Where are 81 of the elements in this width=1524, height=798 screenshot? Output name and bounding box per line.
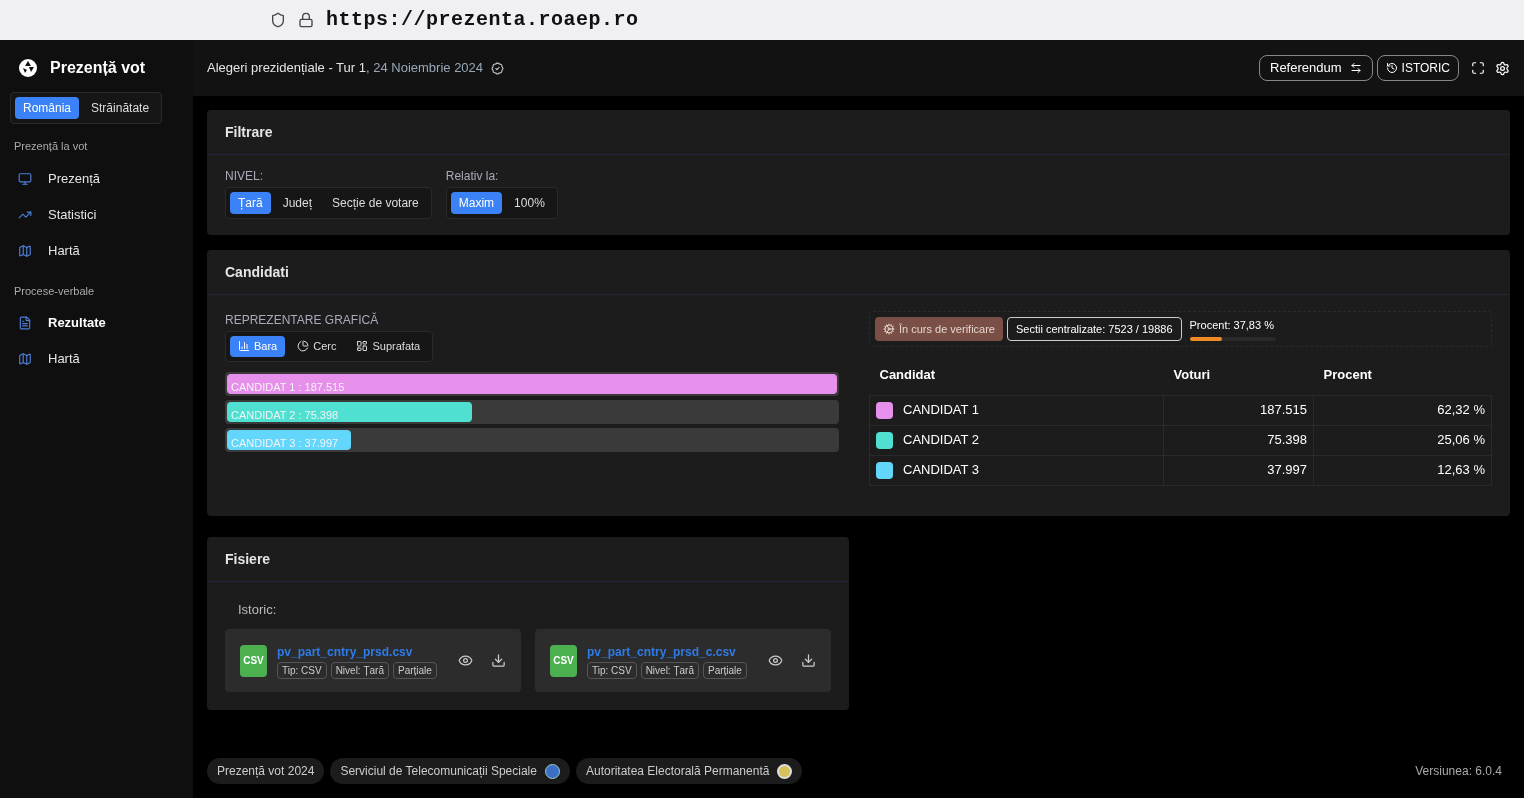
shield-icon — [270, 12, 286, 28]
candidate-name: CANDIDAT 2 — [903, 431, 980, 450]
candidate-name: CANDIDAT 1 — [903, 401, 980, 420]
bar-label: CANDIDAT 2 : 75.398 — [230, 408, 339, 421]
percent-label: Procent: 37,83 % — [1189, 318, 1275, 334]
file-tag: Nivel: Țară — [640, 661, 699, 679]
view-option[interactable]: Suprafata — [348, 336, 429, 357]
segment-option[interactable]: 100% — [506, 192, 553, 214]
emblem-icon — [544, 763, 560, 779]
verified-badge-icon — [491, 61, 505, 75]
segment-option[interactable]: Județ — [274, 192, 321, 214]
column-header: Procent — [1323, 367, 1372, 382]
emblem-icon — [777, 763, 793, 779]
column-header: Candidat — [879, 367, 936, 382]
footer-chip: Serviciul de Telecomunicații Speciale — [330, 758, 570, 784]
percent-cell: 62,32 % — [1437, 402, 1485, 418]
bar-label: CANDIDAT 1 : 187.515 — [230, 380, 345, 393]
card-title: Candidati — [225, 264, 289, 280]
history-label: Istoric: — [237, 600, 278, 619]
aperture-logo-icon — [18, 58, 38, 78]
centralized-counter: Sectii centralizate: 7523 / 19886 — [1007, 317, 1182, 341]
history-icon — [1385, 62, 1398, 74]
csv-file-icon: CSV — [550, 644, 577, 677]
settings-icon[interactable] — [1495, 60, 1510, 76]
document-icon — [18, 316, 32, 330]
percent-cell: 25,06 % — [1437, 432, 1485, 448]
nav-item[interactable]: Rezultate — [10, 305, 183, 341]
monitor-icon — [18, 171, 32, 186]
verification-status-badge: În curs de verificare — [875, 317, 1003, 341]
votes-cell: 75.398 — [1267, 432, 1307, 448]
segment-option[interactable]: Străinătate — [83, 97, 158, 119]
votes-cell: 37.997 — [1267, 462, 1307, 478]
download-icon[interactable] — [491, 653, 506, 668]
column-header: Voturi — [1173, 367, 1211, 382]
footer-chip: Autoritatea Electorală Permanentă — [575, 758, 803, 784]
view-label: REPREZENTARE GRAFICĂ — [225, 311, 380, 329]
election-title: Alegeri prezidențiale - Tur 1, 24 Noiembrie 2024 — [207, 59, 484, 78]
app-title: Prezență vot — [50, 58, 146, 78]
nav-item[interactable]: Hartă — [10, 232, 183, 269]
file-tag: Nivel: Țară — [330, 661, 389, 679]
percent-cell: 12,63 % — [1437, 462, 1485, 478]
filter-label: NIVEL: — [225, 168, 264, 185]
file-tag: Parțiale — [703, 661, 747, 679]
grid-layout-icon — [356, 340, 369, 353]
segment-option[interactable]: Țară — [230, 192, 271, 214]
gear-icon — [883, 323, 895, 335]
pie-chart-icon — [297, 340, 310, 353]
preview-eye-icon[interactable] — [768, 653, 783, 668]
votes-cell: 187.515 — [1260, 402, 1307, 418]
file-tag: Tip: CSV — [277, 661, 327, 679]
csv-file-icon: CSV — [240, 644, 267, 677]
section-heading: Prezență la vot — [13, 139, 89, 154]
filter-label: Relativ la: — [445, 168, 500, 185]
lock-icon — [298, 12, 314, 28]
candidate-name: CANDIDAT 3 — [903, 461, 980, 480]
preview-eye-icon[interactable] — [458, 653, 473, 668]
map-icon — [18, 243, 32, 258]
segment-option[interactable]: România — [15, 97, 80, 119]
view-option[interactable]: Bara — [230, 336, 286, 357]
version-text: Versiunea: 6.0.4 — [1415, 763, 1503, 780]
map-icon — [18, 352, 32, 366]
nav-item[interactable]: Hartă — [10, 341, 183, 377]
section-heading: Procese-verbale — [13, 283, 96, 299]
file-tag: Parțiale — [393, 661, 437, 679]
footer-chip: Prezență vot 2024 — [207, 758, 325, 784]
referendum-button[interactable]: Referendum — [1259, 55, 1373, 81]
card-title: Filtrare — [225, 124, 273, 140]
nav-item[interactable]: Statistici — [10, 196, 183, 233]
url-text[interactable]: https://prezenta.roaep.ro — [326, 5, 639, 35]
bar-label: CANDIDAT 3 : 37.997 — [230, 436, 339, 449]
file-tag: Tip: CSV — [587, 661, 637, 679]
nav-item[interactable]: Prezență — [10, 160, 183, 197]
download-icon[interactable] — [801, 653, 816, 668]
swap-icon — [1349, 62, 1362, 74]
view-option[interactable]: Cerc — [289, 336, 345, 357]
bar-chart-icon — [238, 340, 250, 353]
card-title: Fisiere — [225, 550, 271, 567]
fullscreen-icon[interactable] — [1471, 61, 1485, 75]
history-button[interactable]: ISTORIC — [1376, 55, 1459, 81]
segment-option[interactable]: Secție de votare — [324, 192, 427, 214]
segment-option[interactable]: Maxim — [450, 192, 503, 214]
